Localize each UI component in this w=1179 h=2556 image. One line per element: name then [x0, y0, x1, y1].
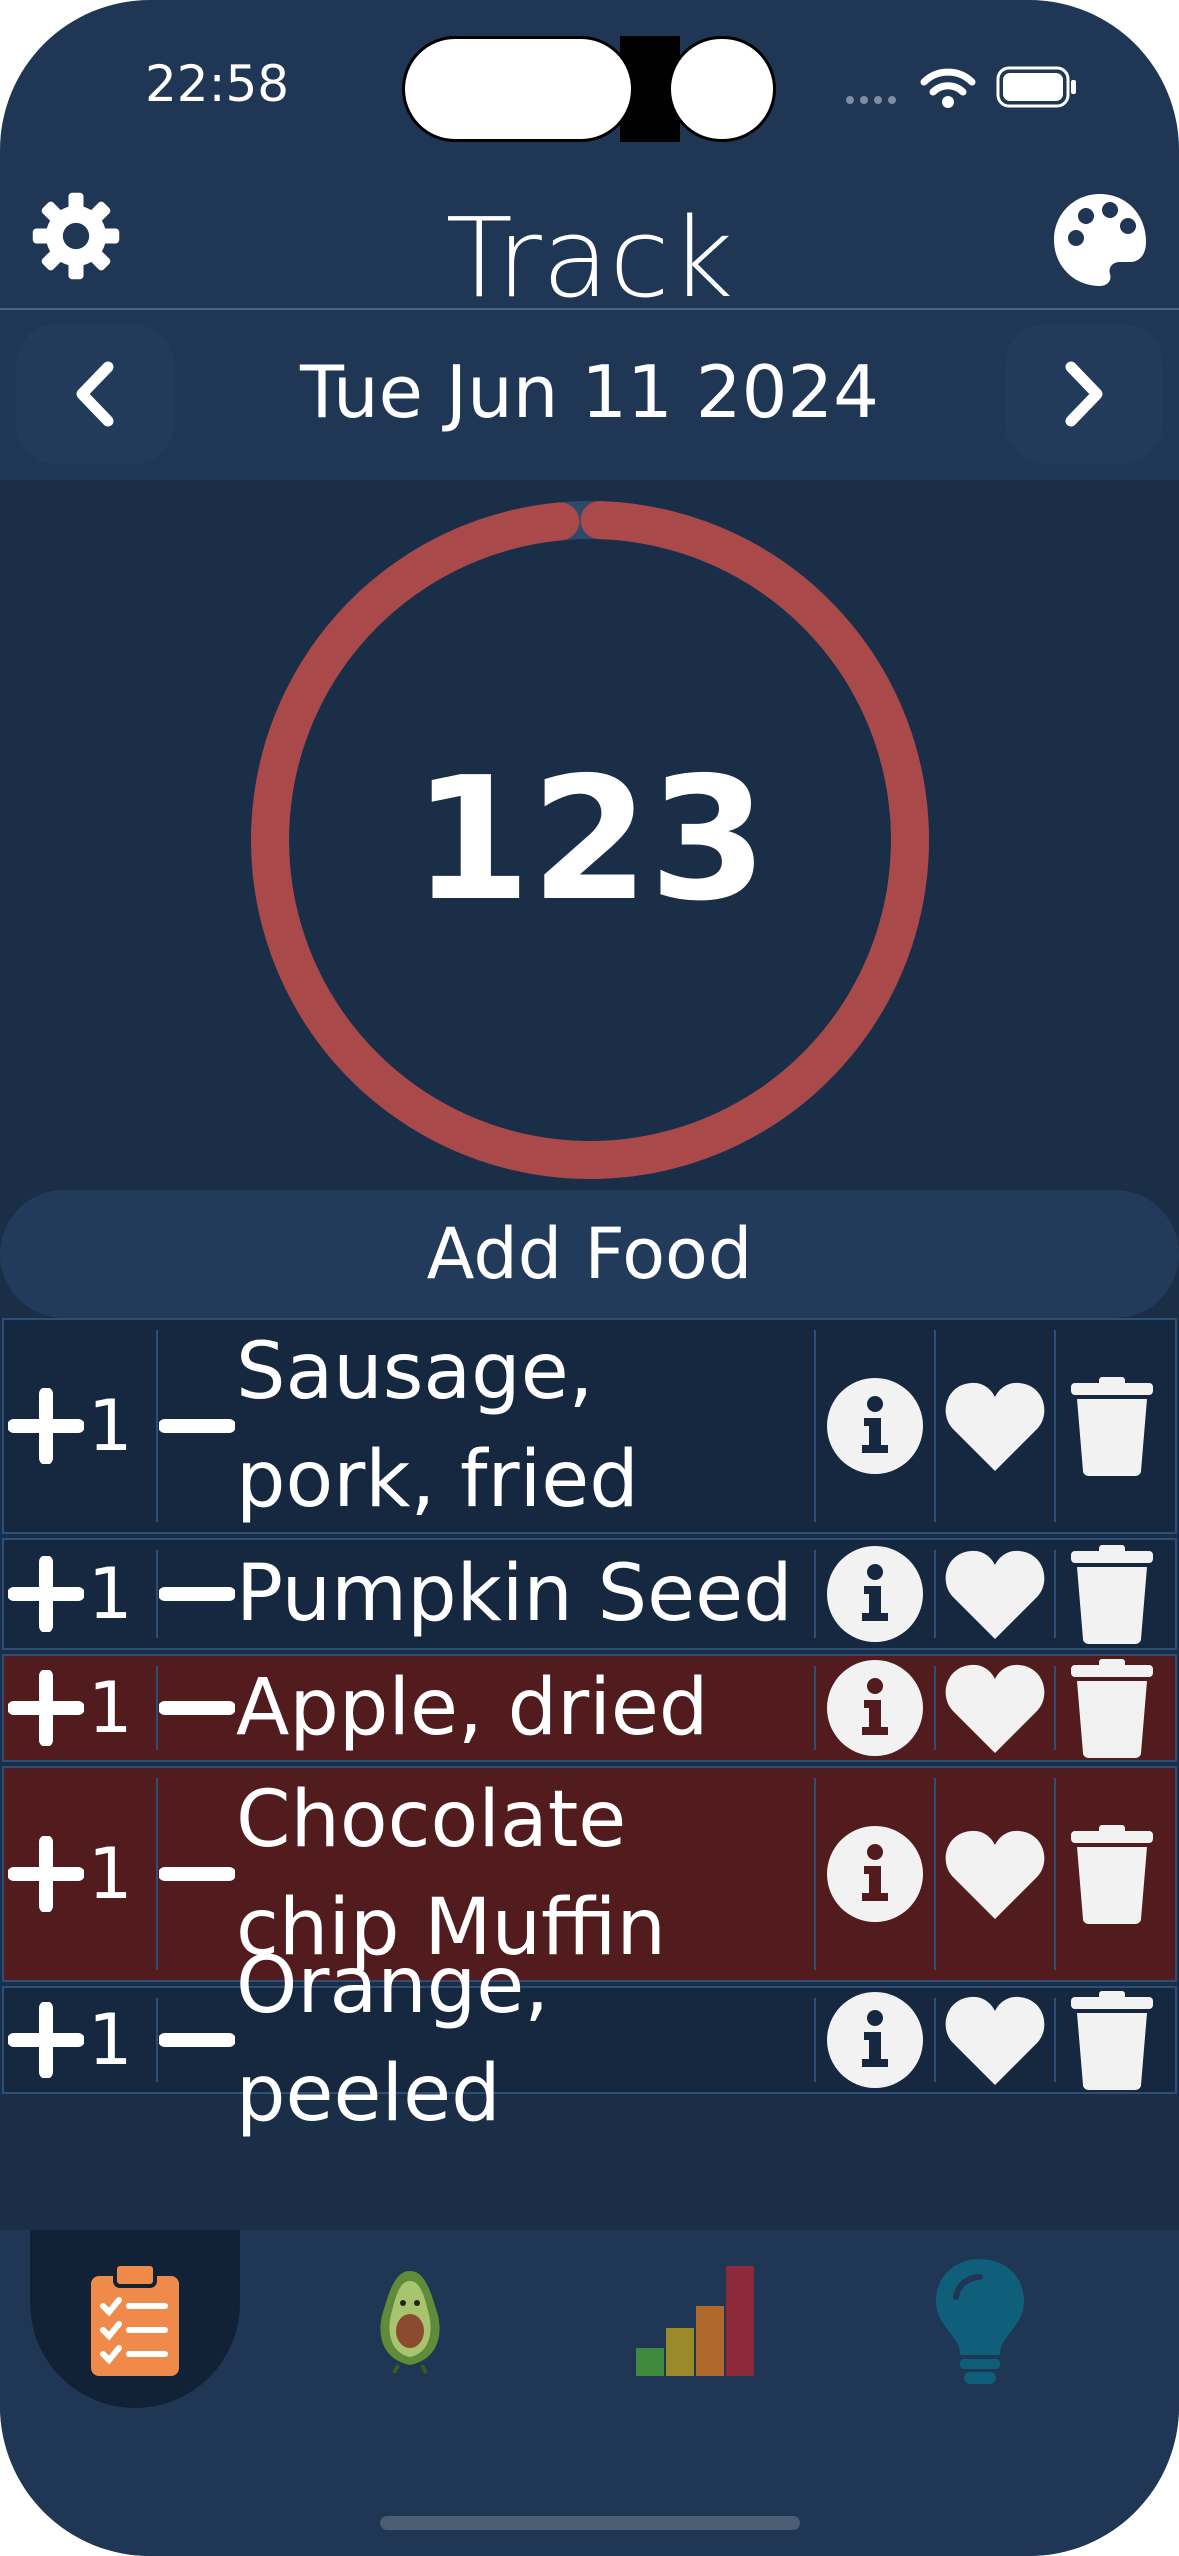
info-icon: [827, 1378, 923, 1474]
increment-button[interactable]: [4, 1388, 88, 1464]
minus-icon: [159, 1587, 235, 1601]
trash-icon: [1071, 1545, 1153, 1644]
delete-button[interactable]: [1056, 1375, 1168, 1477]
theme-button[interactable]: [1048, 188, 1152, 292]
food-row: 1 Sausage, pork, fried: [2, 1318, 1177, 1534]
clipboard-icon: [91, 2262, 179, 2376]
avocado-icon: [380, 2271, 440, 2374]
trash-icon: [1071, 1825, 1153, 1924]
info-icon: [827, 1826, 923, 1922]
decrement-button[interactable]: [158, 1416, 236, 1436]
calorie-value: 123: [412, 741, 768, 939]
date-bar: Tue Jun 11 2024: [0, 310, 1179, 480]
plus-icon: [8, 1836, 84, 1912]
info-icon: [827, 1546, 923, 1642]
increment-button[interactable]: [4, 1670, 88, 1746]
home-indicator: [380, 2516, 800, 2530]
status-time: 22:58: [145, 55, 290, 113]
favorite-button[interactable]: [936, 1379, 1054, 1473]
minus-icon: [159, 2033, 235, 2047]
page-title: Track: [445, 194, 734, 322]
delete-button[interactable]: [1056, 1543, 1168, 1645]
info-button[interactable]: [816, 1825, 934, 1923]
info-button[interactable]: [816, 1991, 934, 2089]
tab-stats[interactable]: [590, 2230, 790, 2410]
food-name: Orange, peeled: [236, 1941, 549, 2139]
info-button[interactable]: [816, 1659, 934, 1757]
battery-icon: [996, 66, 1076, 108]
current-date: Tue Jun 11 2024: [300, 350, 879, 434]
heart-icon: [945, 1382, 1045, 1471]
food-row: 1 Pumpkin Seed: [2, 1538, 1177, 1650]
food-count: 1: [88, 1999, 133, 2081]
minus-icon: [159, 1867, 235, 1881]
lightbulb-icon: [936, 2259, 1024, 2384]
minus-icon: [159, 1701, 235, 1715]
heart-icon: [945, 1664, 1045, 1753]
wifi-icon: [920, 68, 976, 108]
tab-track[interactable]: [35, 2230, 235, 2410]
plus-icon: [8, 1556, 84, 1632]
info-button[interactable]: [816, 1377, 934, 1475]
dynamic-island-left: [402, 36, 634, 142]
tab-mascot[interactable]: [310, 2230, 510, 2410]
header: Track: [0, 180, 1179, 322]
plus-icon: [8, 2002, 84, 2078]
food-list: 1 Sausage, pork, fried 1 Pumpkin Seed 1 Apple…: [0, 1318, 1179, 2139]
bar-chart-icon: [636, 2266, 754, 2376]
info-icon: [827, 1992, 923, 2088]
food-row: 1 Apple, dried: [2, 1654, 1177, 1762]
tab-tips[interactable]: [880, 2230, 1080, 2410]
food-row: 1 Orange, peeled: [2, 1941, 1177, 2139]
status-bar: 22:58: [0, 0, 1179, 180]
food-name: Pumpkin Seed: [236, 1549, 793, 1639]
food-count: 1: [88, 1667, 133, 1749]
food-count: 1: [88, 1385, 133, 1467]
dynamic-island-right: [668, 36, 776, 142]
delete-button[interactable]: [1056, 1989, 1168, 2091]
palette-icon: [1054, 194, 1146, 286]
signal-dots-icon: [846, 96, 896, 104]
info-button[interactable]: [816, 1545, 934, 1643]
heart-icon: [945, 1830, 1045, 1919]
increment-button[interactable]: [4, 1836, 88, 1912]
delete-button[interactable]: [1056, 1823, 1168, 1925]
increment-button[interactable]: [4, 2002, 88, 2078]
food-count: 1: [88, 1833, 133, 1915]
food-name: Sausage, pork, fried: [236, 1327, 639, 1525]
food-count: 1: [88, 1553, 133, 1635]
decrement-button[interactable]: [158, 1584, 236, 1604]
next-day-button[interactable]: [1005, 324, 1163, 464]
food-name: Apple, dried: [236, 1663, 709, 1753]
info-icon: [827, 1660, 923, 1756]
heart-icon: [945, 1550, 1045, 1639]
favorite-button[interactable]: [936, 1827, 1054, 1921]
chevron-right-icon: [1065, 361, 1103, 427]
favorite-button[interactable]: [936, 1547, 1054, 1641]
trash-icon: [1071, 1991, 1153, 2090]
trash-icon: [1071, 1659, 1153, 1758]
phone-screen: 22:58 Track Tue Jun 11 2024 123 Add Food…: [0, 0, 1179, 2556]
decrement-button[interactable]: [158, 2030, 236, 2050]
trash-icon: [1071, 1377, 1153, 1476]
add-food-button[interactable]: Add Food: [0, 1190, 1179, 1318]
decrement-button[interactable]: [158, 1864, 236, 1884]
heart-icon: [945, 1996, 1045, 2085]
delete-button[interactable]: [1056, 1657, 1168, 1759]
plus-icon: [8, 1388, 84, 1464]
plus-icon: [8, 1670, 84, 1746]
minus-icon: [159, 1419, 235, 1433]
increment-button[interactable]: [4, 1556, 88, 1632]
favorite-button[interactable]: [936, 1993, 1054, 2087]
decrement-button[interactable]: [158, 1698, 236, 1718]
main-content: 123 Add Food 1 Sausage, pork, fried 1 Pumpk…: [0, 480, 1179, 2230]
tab-bar: [0, 2230, 1179, 2556]
favorite-button[interactable]: [936, 1661, 1054, 1755]
